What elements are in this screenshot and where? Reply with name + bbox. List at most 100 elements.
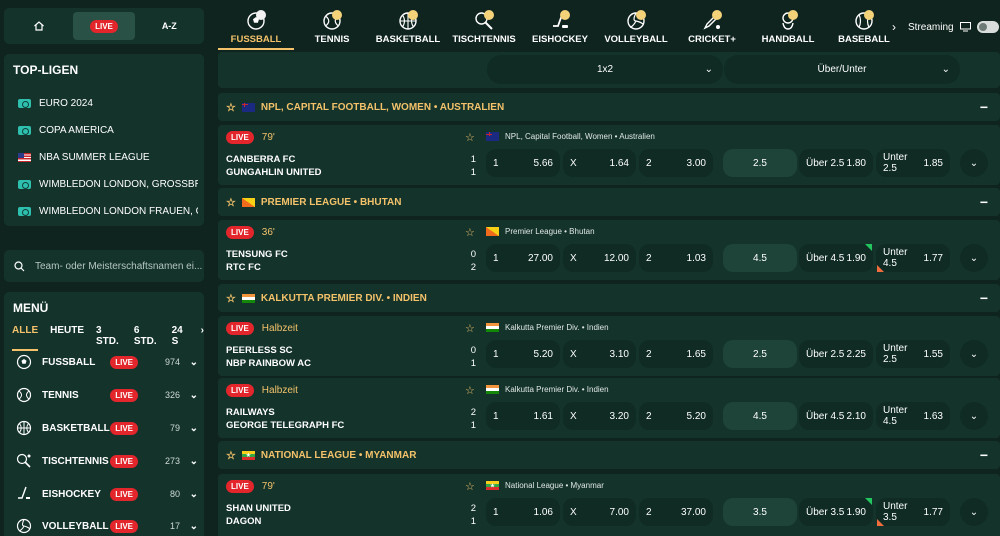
menu-sport-table-tennis[interactable]: TISCHTENNIS LIVE 273 ⌄	[16, 451, 198, 471]
chevron-down-icon[interactable]: ⌄	[184, 423, 198, 434]
league-header[interactable]: ☆ PREMIER LEAGUE • BHUTAN −	[218, 188, 1000, 216]
top-league-item[interactable]: WIMBLEDON LONDON FRAUEN, G...	[18, 204, 198, 218]
odds-value: 5.20	[686, 410, 706, 422]
market-select-over-under[interactable]: Über/Unter ⌄	[724, 55, 960, 84]
odds-away-button[interactable]: 2 1.03	[639, 244, 713, 272]
menu-tab-all[interactable]: ALLE	[12, 325, 39, 351]
star-icon[interactable]: ☆	[226, 196, 236, 209]
top-league-item[interactable]: NBA SUMMER LEAGUE	[18, 150, 198, 164]
sports-tab-label: BASEBALL	[838, 34, 890, 45]
star-icon[interactable]: ☆	[465, 480, 475, 493]
sports-tab-label: TISCHTENNIS	[452, 34, 516, 45]
menu-sport-volleyball[interactable]: VOLLEYBALL LIVE 17 ⌄	[16, 516, 198, 536]
under-button[interactable]: Unter 2.5 1.85	[876, 149, 950, 177]
menu-tab-today[interactable]: HEUTE	[50, 325, 84, 351]
top-league-item[interactable]: WIMBLEDON LONDON, GROSSBRI...	[18, 177, 198, 191]
match-row[interactable]: LIVE 79' ☆ National League • Myanmar SHAN…	[218, 474, 1000, 536]
over-button[interactable]: Über 2.5 2.25	[799, 340, 873, 368]
collapse-icon[interactable]: −	[980, 447, 988, 463]
odds-home-button[interactable]: 1 1.61	[486, 402, 560, 430]
chevron-down-icon[interactable]: ⌄	[184, 521, 198, 532]
odds-away-button[interactable]: 2 1.65	[639, 340, 713, 368]
home-tab[interactable]	[8, 12, 69, 40]
star-icon[interactable]: ☆	[465, 226, 475, 239]
chevron-right-icon[interactable]: ›	[201, 325, 204, 351]
odds-away-button[interactable]: 2 5.20	[639, 402, 713, 430]
expand-markets-button[interactable]: ⌄	[960, 402, 988, 430]
odds-draw-button[interactable]: X 3.20	[563, 402, 636, 430]
under-button[interactable]: Unter 2.5 1.55	[876, 340, 950, 368]
star-icon[interactable]: ☆	[465, 384, 475, 397]
chevron-down-icon[interactable]: ⌄	[184, 456, 198, 467]
menu-sport-tennis[interactable]: TENNIS LIVE 326 ⌄	[16, 385, 198, 405]
star-icon[interactable]: ☆	[226, 449, 236, 462]
under-button[interactable]: Unter 4.5 1.63	[876, 402, 950, 430]
expand-markets-button[interactable]: ⌄	[960, 149, 988, 177]
odds-value: 3.00	[686, 157, 706, 169]
match-row[interactable]: LIVE Halbzeit ☆ Kalkutta Premier Div. • I…	[218, 316, 1000, 376]
over-button[interactable]: Über 3.5 1.90	[799, 498, 873, 526]
odds-home-button[interactable]: 1 5.20	[486, 340, 560, 368]
chevron-down-icon[interactable]: ⌄	[184, 489, 198, 500]
expand-markets-button[interactable]: ⌄	[960, 498, 988, 526]
menu-tab-6h[interactable]: 6 STD.	[134, 325, 160, 351]
star-icon[interactable]: ☆	[465, 131, 475, 144]
live-tab[interactable]: LIVE	[73, 12, 135, 40]
odds-draw-button[interactable]: X 12.00	[563, 244, 636, 272]
odds-away-button[interactable]: 2 37.00	[639, 498, 713, 526]
total-line-value: 3.5	[753, 506, 767, 518]
top-league-item[interactable]: COPA AMERICA	[18, 123, 198, 137]
basketball-icon	[16, 420, 32, 436]
match-row[interactable]: LIVE Halbzeit ☆ Kalkutta Premier Div. • I…	[218, 378, 1000, 438]
star-icon[interactable]: ☆	[226, 101, 236, 114]
collapse-icon[interactable]: −	[980, 194, 988, 210]
odds-label: 2	[646, 252, 652, 264]
match-row[interactable]: LIVE 36' ☆ Premier League • Bhutan TENSUN…	[218, 220, 1000, 280]
league-header[interactable]: ☆ NPL, CAPITAL FOOTBALL, WOMEN • AUSTRAL…	[218, 93, 1000, 121]
menu-tab-3h[interactable]: 3 STD.	[96, 325, 122, 351]
menu-sport-soccer[interactable]: FUSSBALL LIVE 974 ⌄	[16, 352, 198, 372]
market-select-1x2[interactable]: 1x2 ⌄	[487, 55, 723, 84]
under-button[interactable]: Unter 3.5 1.77	[876, 498, 950, 526]
expand-markets-button[interactable]: ⌄	[960, 244, 988, 272]
top-league-item[interactable]: EURO 2024	[18, 96, 198, 110]
menu-sport-ice-hockey[interactable]: EISHOCKEY LIVE 80 ⌄	[16, 484, 198, 504]
collapse-icon[interactable]: −	[980, 99, 988, 115]
league-icon	[18, 125, 31, 135]
over-button[interactable]: Über 2.5 1.80	[799, 149, 873, 177]
match-row[interactable]: LIVE 79' ☆ NPL, Capital Football, Women •…	[218, 125, 1000, 185]
chevron-down-icon: ⌄	[969, 506, 979, 518]
odds-away-button[interactable]: 2 3.00	[639, 149, 713, 177]
under-button[interactable]: Unter 4.5 1.77	[876, 244, 950, 272]
home-score: 0	[470, 249, 476, 260]
league-header[interactable]: ☆ NATIONAL LEAGUE • MYANMAR −	[218, 441, 1000, 469]
chevron-right-icon[interactable]: ›	[892, 20, 896, 34]
odds-draw-button[interactable]: X 7.00	[563, 498, 636, 526]
over-button[interactable]: Über 4.5 2.10	[799, 402, 873, 430]
chevron-down-icon[interactable]: ⌄	[184, 390, 198, 401]
odds-draw-button[interactable]: X 3.10	[563, 340, 636, 368]
search-icon	[14, 260, 25, 271]
az-label: A-Z	[161, 21, 177, 31]
sports-tab-label: VOLLEYBALL	[604, 34, 668, 45]
menu-sport-basketball[interactable]: BASKETBALL LIVE 79 ⌄	[16, 418, 198, 438]
sports-tab-label: BASKETBALL	[375, 34, 441, 45]
search-input[interactable]: Team- oder Meisterschaftsnamen ei...	[4, 250, 204, 282]
odds-draw-button[interactable]: X 1.64	[563, 149, 636, 177]
odds-home-button[interactable]: 1 5.66	[486, 149, 560, 177]
streaming-toggle[interactable]	[976, 21, 999, 33]
star-icon[interactable]: ☆	[465, 322, 475, 335]
over-button[interactable]: Über 4.5 1.90	[799, 244, 873, 272]
away-score: 1	[470, 420, 476, 431]
chevron-down-icon[interactable]: ⌄	[184, 357, 198, 368]
league-header[interactable]: ☆ KALKUTTA PREMIER DIV. • INDIEN −	[218, 284, 1000, 312]
expand-markets-button[interactable]: ⌄	[960, 340, 988, 368]
menu-tab-24h[interactable]: 24 S	[172, 325, 189, 351]
league-icon	[18, 98, 31, 108]
az-tab[interactable]: A-Z	[139, 12, 200, 40]
collapse-icon[interactable]: −	[980, 290, 988, 306]
star-icon[interactable]: ☆	[226, 292, 236, 305]
odds-home-button[interactable]: 1 27.00	[486, 244, 560, 272]
odds-home-button[interactable]: 1 1.06	[486, 498, 560, 526]
odds-value: 1.61	[533, 410, 553, 422]
